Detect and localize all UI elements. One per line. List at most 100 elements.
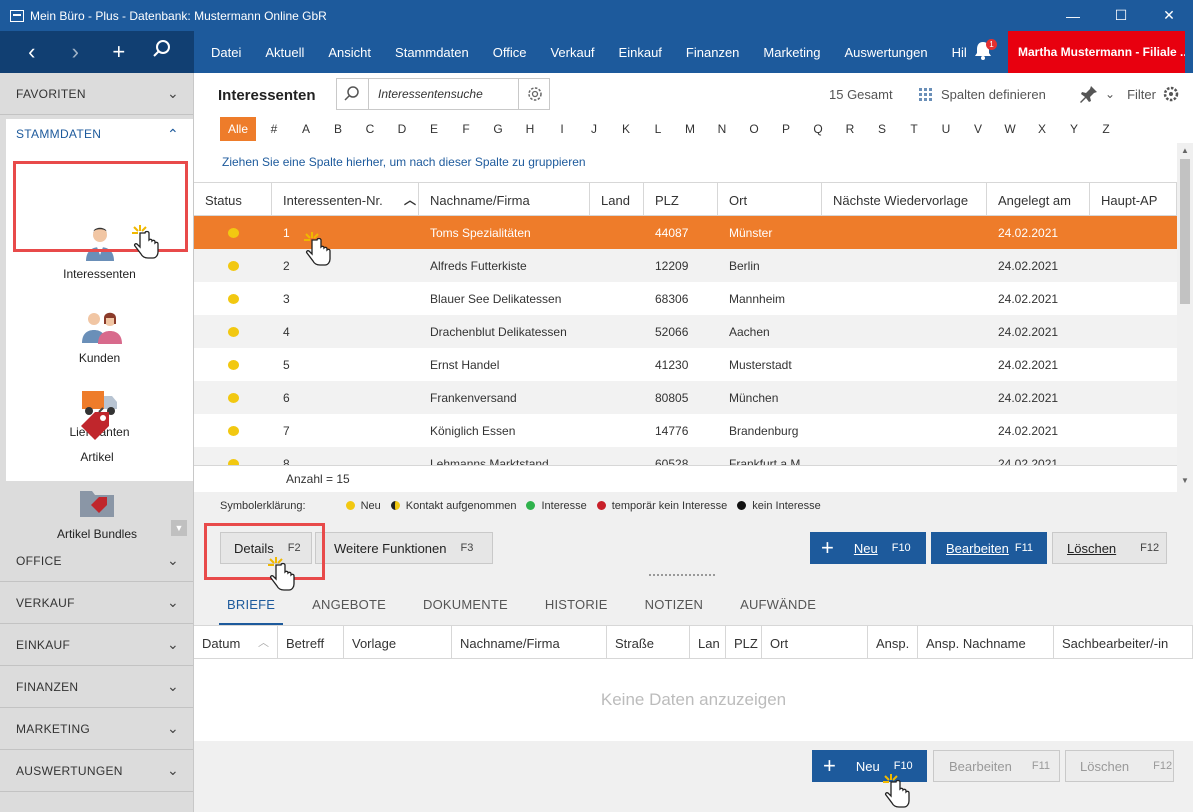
alphabet-filter-letter[interactable]: F: [450, 122, 482, 136]
column-header[interactable]: Haupt-AP: [1090, 183, 1177, 215]
menu-item[interactable]: Marketing: [751, 45, 832, 60]
table-row[interactable]: 1 Toms Spezialitäten 44087 Münster 24.02.202…: [194, 216, 1177, 249]
minimize-button[interactable]: —: [1049, 0, 1097, 31]
column-header[interactable]: PLZ: [726, 626, 762, 658]
search-icon[interactable]: [337, 79, 369, 109]
alphabet-filter-letter[interactable]: G: [482, 122, 514, 136]
alphabet-filter-letter[interactable]: V: [962, 122, 994, 136]
alphabet-filter-letter[interactable]: A: [290, 122, 322, 136]
pin-icon[interactable]: [1079, 84, 1099, 104]
sidebar-section-stammdaten[interactable]: STAMMDATEN ⌃: [6, 119, 193, 149]
column-header[interactable]: Vorlage: [344, 626, 452, 658]
column-header[interactable]: Ort: [718, 183, 822, 215]
forward-icon[interactable]: ›: [60, 39, 90, 65]
column-header[interactable]: Nächste Wiedervorlage: [822, 183, 987, 215]
column-header[interactable]: Status: [194, 183, 272, 215]
new-button[interactable]: + Neu F10: [810, 532, 926, 564]
tab-angebote[interactable]: ANGEBOTE: [312, 597, 386, 612]
scroll-up-icon[interactable]: ▲: [1181, 146, 1189, 155]
menu-item[interactable]: Office: [481, 45, 539, 60]
column-header[interactable]: PLZ: [644, 183, 718, 215]
tab-historie[interactable]: HISTORIE: [545, 597, 608, 612]
splitter-handle[interactable]: [649, 574, 715, 578]
column-header[interactable]: Land: [590, 183, 644, 215]
maximize-button[interactable]: ☐: [1097, 0, 1145, 31]
sidebar-section-einkauf[interactable]: EINKAUF ⌄: [0, 624, 193, 666]
menu-item[interactable]: Aktuell: [253, 45, 316, 60]
menu-item[interactable]: Datei: [199, 45, 253, 60]
alphabet-filter-letter[interactable]: Y: [1058, 122, 1090, 136]
alphabet-filter-letter[interactable]: #: [258, 122, 290, 136]
column-header[interactable]: Ort: [762, 626, 868, 658]
scroll-down-icon[interactable]: ▼: [1181, 476, 1189, 485]
tab-dokumente[interactable]: DOKUMENTE: [423, 597, 508, 612]
delete-button[interactable]: Löschen F12: [1052, 532, 1167, 564]
column-header[interactable]: Straße: [607, 626, 690, 658]
alphabet-filter-letter[interactable]: Z: [1090, 122, 1122, 136]
column-header[interactable]: Angelegt am: [987, 183, 1090, 215]
edit-button[interactable]: Bearbeiten F11: [931, 532, 1047, 564]
column-header[interactable]: Nachname/Firma: [452, 626, 607, 658]
delete-letter-button[interactable]: Löschen F12: [1065, 750, 1174, 782]
gear-icon[interactable]: [518, 79, 550, 109]
close-button[interactable]: ✕: [1145, 0, 1193, 31]
alphabet-filter-letter[interactable]: O: [738, 122, 770, 136]
scroll-down-icon[interactable]: ▼: [171, 520, 187, 536]
column-header[interactable]: Nachname/Firma: [419, 183, 590, 215]
gear-icon[interactable]: [1162, 85, 1180, 103]
search-input[interactable]: Interessentensuche: [378, 87, 483, 101]
add-icon[interactable]: +: [104, 39, 134, 65]
column-header[interactable]: Ansp.: [868, 626, 918, 658]
sidebar-item-artikel[interactable]: Artikel: [0, 406, 194, 464]
column-header[interactable]: Ansp. Nachname: [918, 626, 1054, 658]
alphabet-filter-letter[interactable]: M: [674, 122, 706, 136]
alphabet-filter-letter[interactable]: R: [834, 122, 866, 136]
menu-item[interactable]: Ansicht: [316, 45, 383, 60]
menu-item[interactable]: Auswertungen: [832, 45, 939, 60]
table-row[interactable]: 2 Alfreds Futterkiste 12209 Berlin 24.02.202…: [194, 249, 1177, 282]
alphabet-filter-letter[interactable]: D: [386, 122, 418, 136]
alphabet-filter-letter[interactable]: L: [642, 122, 674, 136]
alphabet-filter-letter[interactable]: U: [930, 122, 962, 136]
back-icon[interactable]: ‹: [17, 39, 47, 65]
scrollbar-thumb[interactable]: [1180, 159, 1190, 304]
alphabet-filter-letter[interactable]: X: [1026, 122, 1058, 136]
menu-item[interactable]: Stammdaten: [383, 45, 481, 60]
alphabet-filter-letter[interactable]: N: [706, 122, 738, 136]
edit-letter-button[interactable]: Bearbeiten F11: [933, 750, 1060, 782]
alphabet-filter-letter[interactable]: S: [866, 122, 898, 136]
bell-icon[interactable]: 1: [972, 39, 997, 63]
alphabet-filter-all[interactable]: Alle: [220, 117, 256, 141]
sidebar-item-kunden[interactable]: Kunden: [6, 307, 193, 365]
alphabet-filter-letter[interactable]: B: [322, 122, 354, 136]
menu-item[interactable]: Einkauf: [607, 45, 674, 60]
user-menu[interactable]: Martha Mustermann - Filiale ...: [1008, 31, 1185, 73]
table-row[interactable]: 4 Drachenblut Delikatessen 52066 Aachen 24.0…: [194, 315, 1177, 348]
table-row[interactable]: 3 Blauer See Delikatessen 68306 Mannheim 24.…: [194, 282, 1177, 315]
column-header[interactable]: Betreff: [278, 626, 344, 658]
table-row[interactable]: 6 Frankenversand 80805 München 24.02.2021: [194, 381, 1177, 414]
alphabet-filter-letter[interactable]: H: [514, 122, 546, 136]
search-icon[interactable]: [147, 39, 177, 65]
alphabet-filter-letter[interactable]: W: [994, 122, 1026, 136]
sidebar-section-marketing[interactable]: MARKETING ⌄: [0, 708, 193, 750]
menu-item[interactable]: Finanzen: [674, 45, 751, 60]
table-row[interactable]: 7 Königlich Essen 14776 Brandenburg 24.02.20…: [194, 414, 1177, 447]
menu-item[interactable]: Verkauf: [538, 45, 606, 60]
tab-briefe[interactable]: BRIEFE: [218, 597, 284, 626]
tab-aufwaende[interactable]: AUFWÄNDE: [740, 597, 816, 612]
alphabet-filter-letter[interactable]: Q: [802, 122, 834, 136]
sidebar-section-favoriten[interactable]: FAVORITEN ⌄: [0, 73, 193, 115]
columns-button[interactable]: Spalten definieren: [919, 87, 1046, 102]
alphabet-filter-letter[interactable]: J: [578, 122, 610, 136]
sidebar-section-verkauf[interactable]: VERKAUF ⌄: [0, 582, 193, 624]
alphabet-filter-letter[interactable]: K: [610, 122, 642, 136]
tab-notizen[interactable]: NOTIZEN: [645, 597, 703, 612]
vertical-scrollbar[interactable]: ▲ ▼: [1177, 143, 1193, 492]
alphabet-filter-letter[interactable]: I: [546, 122, 578, 136]
sidebar-section-finanzen[interactable]: FINANZEN ⌄: [0, 666, 193, 708]
search-box[interactable]: Interessentensuche: [336, 78, 550, 110]
sidebar-section-office[interactable]: OFFICE ⌄: [0, 540, 193, 582]
more-functions-button[interactable]: Weitere Funktionen F3: [315, 532, 493, 564]
filter-button[interactable]: ⌄ Filter: [1079, 84, 1180, 104]
